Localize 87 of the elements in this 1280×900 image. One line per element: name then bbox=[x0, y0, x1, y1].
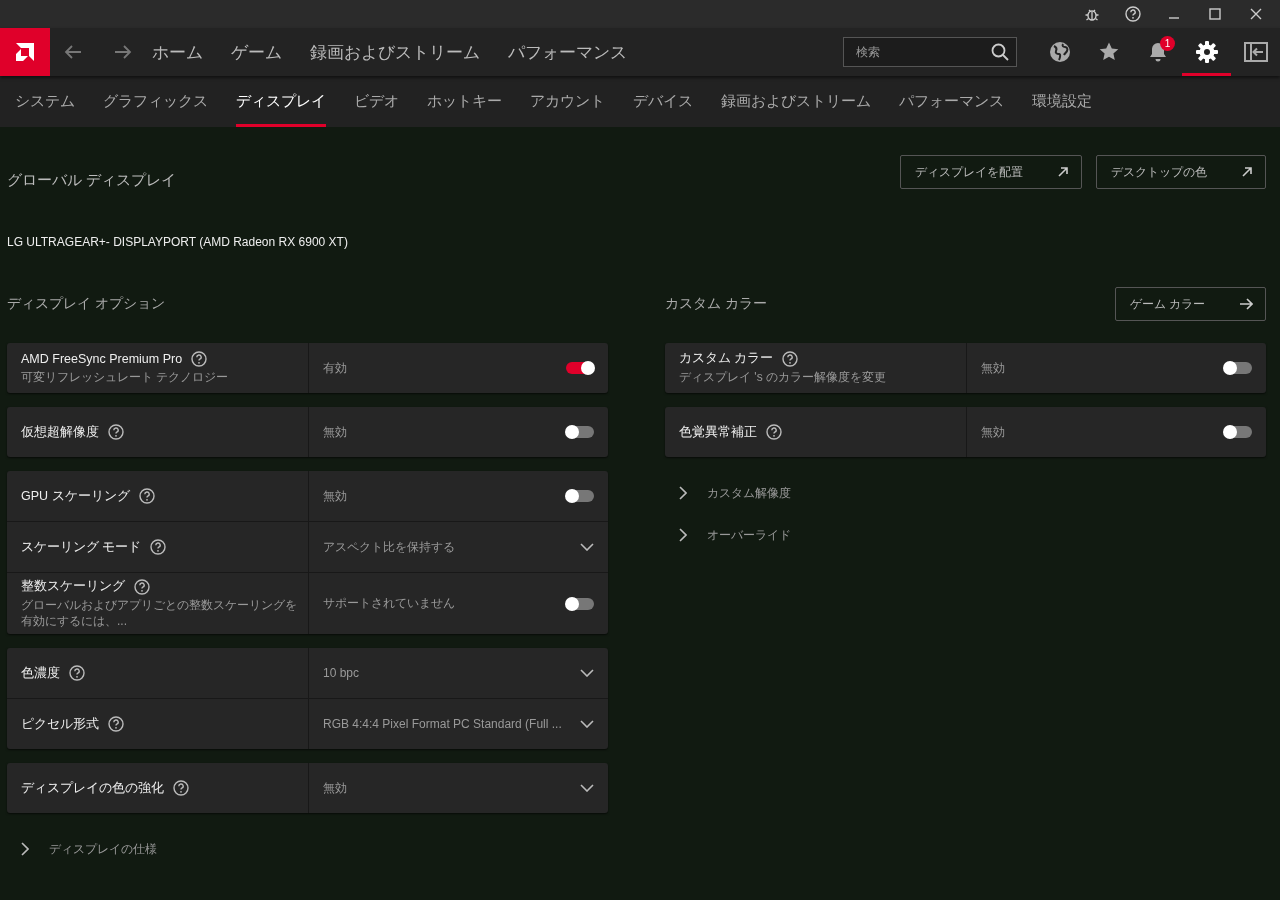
tab[interactable]: デバイス bbox=[633, 76, 693, 127]
toggle-switch[interactable] bbox=[566, 362, 594, 374]
exit-icon[interactable] bbox=[1243, 41, 1268, 63]
logo[interactable] bbox=[0, 28, 50, 76]
setting-label: AMD FreeSync Premium Pro bbox=[21, 351, 183, 366]
external-link-icon bbox=[1057, 166, 1069, 178]
nav-item[interactable]: 録画およびストリーム bbox=[310, 40, 480, 64]
setting-value: 無効 bbox=[981, 359, 1005, 377]
setting-label: スケーリング モード bbox=[21, 538, 142, 556]
help-icon[interactable] bbox=[108, 716, 124, 733]
setting-value: サポートされていません bbox=[323, 595, 455, 613]
close-icon[interactable] bbox=[1249, 8, 1262, 20]
toggle-switch[interactable] bbox=[566, 597, 594, 610]
setting-value: 無効 bbox=[323, 779, 347, 797]
setting-value: RGB 4:4:4 Pixel Format PC Standard (Full ... bbox=[323, 717, 562, 732]
nav-item[interactable]: ゲーム bbox=[231, 40, 282, 64]
expander[interactable]: ディスプレイの仕様 bbox=[7, 829, 608, 870]
external-link-icon bbox=[1241, 166, 1253, 178]
nav-item[interactable]: パフォーマンス bbox=[508, 40, 627, 64]
help-icon[interactable] bbox=[69, 665, 85, 682]
tab[interactable]: パフォーマンス bbox=[899, 76, 1004, 127]
tab[interactable]: アカウント bbox=[530, 76, 605, 127]
help-icon[interactable] bbox=[150, 539, 167, 555]
tab[interactable]: グラフィックス bbox=[103, 76, 208, 127]
toggle-switch[interactable] bbox=[566, 490, 594, 502]
toggle-switch[interactable] bbox=[566, 426, 594, 438]
tab[interactable]: ディスプレイ bbox=[236, 76, 326, 127]
help-icon[interactable] bbox=[191, 350, 208, 367]
setting-value: 10 bpc bbox=[323, 666, 360, 681]
setting-label: 色濃度 bbox=[21, 664, 60, 682]
external-link-button[interactable]: ディスプレイを配置 bbox=[900, 155, 1082, 189]
setting-label: 整数スケーリング bbox=[21, 578, 125, 595]
setting-description: グローバルおよびアプリごとの整数スケーリングを有効にするには、... bbox=[21, 598, 298, 630]
chevron-down-icon bbox=[580, 543, 594, 551]
forward-arrow-icon[interactable] bbox=[114, 44, 132, 60]
search-field[interactable]: 検索 bbox=[843, 37, 1017, 67]
search-icon[interactable] bbox=[991, 43, 1009, 61]
tab[interactable]: システム bbox=[15, 76, 75, 127]
tab[interactable]: 録画およびストリーム bbox=[721, 76, 871, 127]
setting-value: 有効 bbox=[323, 359, 347, 377]
nav-item[interactable]: ホーム bbox=[152, 40, 203, 64]
help-icon[interactable] bbox=[1124, 6, 1141, 22]
setting-label: ピクセル形式 bbox=[21, 715, 99, 733]
setting-description: 可変リフレッシュレート テクノロジー bbox=[21, 369, 230, 386]
chevron-right-icon bbox=[21, 842, 29, 857]
expander[interactable]: オーバーライド bbox=[665, 515, 1266, 555]
section-title: グローバル ディスプレイ bbox=[7, 170, 177, 190]
arrow-right-icon bbox=[1239, 298, 1253, 310]
chevron-down-icon bbox=[580, 669, 594, 678]
toggle-switch[interactable] bbox=[1224, 426, 1252, 438]
help-icon[interactable] bbox=[173, 780, 189, 797]
globe-icon[interactable] bbox=[1048, 41, 1071, 63]
help-icon[interactable] bbox=[782, 350, 799, 367]
chevron-right-icon bbox=[679, 528, 687, 542]
help-icon[interactable] bbox=[108, 424, 124, 440]
nav-icon-button[interactable]: 1 bbox=[1133, 28, 1182, 76]
column-title: ディスプレイ オプション bbox=[7, 295, 165, 313]
help-icon[interactable] bbox=[134, 578, 150, 595]
setting-value: 無効 bbox=[323, 423, 347, 441]
setting-label: 仮想超解像度 bbox=[21, 423, 99, 441]
setting-value: アスペクト比を保持する bbox=[323, 538, 455, 556]
settings-icon[interactable] bbox=[1194, 40, 1219, 64]
setting-value: 無効 bbox=[981, 423, 1005, 441]
chevron-right-icon bbox=[679, 486, 687, 500]
setting-label: ディスプレイの色の強化 bbox=[21, 779, 164, 797]
help-icon[interactable] bbox=[766, 424, 782, 440]
setting-description: ディスプレイ 's のカラー解像度を変更 bbox=[679, 370, 887, 386]
notification-badge: 1 bbox=[1160, 36, 1175, 51]
display-name: LG ULTRAGEAR+- DISPLAYPORT (AMD Radeon RX 6900 XT) bbox=[7, 235, 349, 249]
tab[interactable]: ビデオ bbox=[354, 76, 399, 127]
setting-value: 無効 bbox=[323, 487, 347, 505]
setting-label: カスタム カラー bbox=[679, 350, 774, 368]
maximize-icon[interactable] bbox=[1208, 8, 1221, 20]
help-icon[interactable] bbox=[138, 488, 155, 504]
link-button[interactable]: ゲーム カラー bbox=[1114, 287, 1266, 321]
tab[interactable]: 環境設定 bbox=[1032, 76, 1092, 127]
external-link-button[interactable]: デスクトップの色 bbox=[1096, 155, 1266, 189]
setting-label: GPU スケーリング bbox=[21, 487, 130, 505]
chevron-down-icon bbox=[580, 784, 594, 793]
setting-label: 色覚異常補正 bbox=[679, 423, 757, 441]
chevron-down-icon bbox=[580, 720, 594, 729]
tab[interactable]: ホットキー bbox=[427, 76, 502, 127]
toggle-switch[interactable] bbox=[1224, 362, 1252, 374]
back-arrow-icon[interactable] bbox=[64, 44, 82, 60]
column-title: カスタム カラー bbox=[665, 295, 767, 313]
expander[interactable]: カスタム解像度 bbox=[665, 473, 1266, 513]
star-icon[interactable] bbox=[1097, 41, 1120, 63]
